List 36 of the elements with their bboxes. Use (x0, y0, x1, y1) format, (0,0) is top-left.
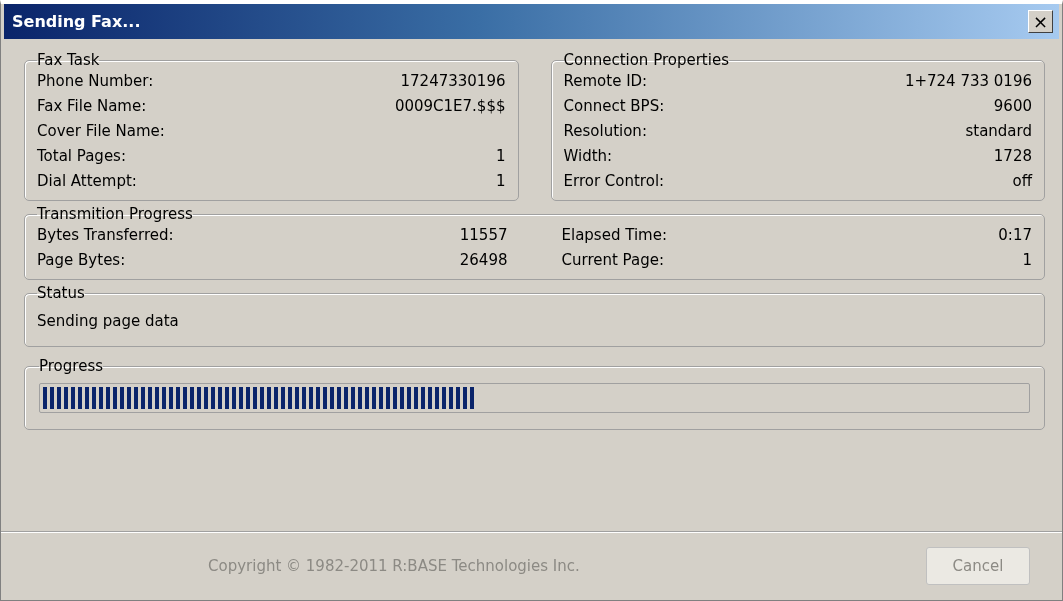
group-title: Fax Task (37, 51, 100, 69)
field-value: 9600 (993, 96, 1032, 117)
field-value: 17247330196 (400, 71, 506, 92)
field-label: Cover File Name: (37, 121, 165, 142)
field-label: Elapsed Time: (561, 225, 667, 246)
field-label: Resolution: (563, 121, 647, 142)
field-label: Dial Attempt: (37, 171, 137, 192)
status-text: Sending page data (37, 311, 180, 330)
group-title: Progress (39, 357, 103, 375)
field-value: standard (965, 121, 1032, 142)
group-title: Connection Properties (563, 51, 729, 69)
field-label: Total Pages: (37, 146, 126, 167)
copyright-text: Copyright © 1982-2011 R:BASE Technologies Inc. (208, 557, 580, 575)
field-label: Connect BPS: (563, 96, 665, 117)
field-label: Page Bytes: (37, 250, 126, 271)
field-value: off (1012, 171, 1032, 192)
field-label: Current Page: (561, 250, 664, 271)
field-value: 0:17 (998, 225, 1032, 246)
group-title: Status (37, 284, 85, 302)
field-label: Fax File Name: (37, 96, 147, 117)
field-label: Error Control: (563, 171, 665, 192)
field-value: 1+724 733 0196 (904, 71, 1032, 92)
field-value: 26498 (459, 250, 508, 271)
field-value: 1728 (993, 146, 1032, 167)
field-value: 11557 (459, 225, 508, 246)
field-label: Bytes Transferred: (37, 225, 174, 246)
field-label: Phone Number: (37, 71, 154, 92)
group-title: Transmition Progress (37, 205, 193, 223)
window-title: Sending Fax... (12, 12, 141, 31)
field-value: 1 (495, 171, 506, 192)
field-label: Width: (563, 146, 613, 167)
field-value: 1 (495, 146, 506, 167)
field-value: 1 (1022, 250, 1032, 271)
close-button[interactable]: × (1028, 10, 1053, 33)
field-label: Remote ID: (563, 71, 648, 92)
field-value: 0009C1E7.$$$ (394, 96, 506, 117)
